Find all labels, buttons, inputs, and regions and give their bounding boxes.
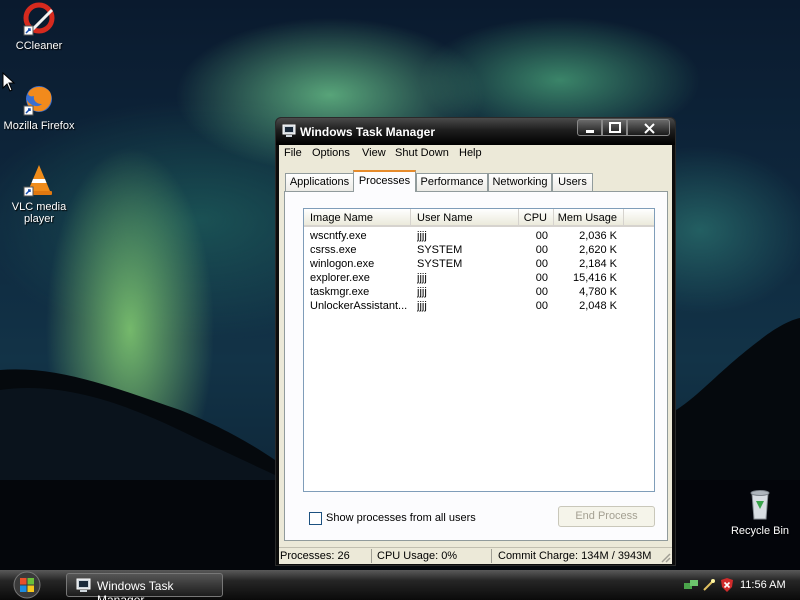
table-row[interactable]: taskmgr.exe jjjj 00 4,780 K (304, 286, 654, 300)
processes-panel: Image Name User Name CPU Mem Usage wscnt… (284, 191, 668, 541)
list-header: Image Name User Name CPU Mem Usage (304, 209, 654, 227)
table-row[interactable]: csrss.exe SYSTEM 00 2,620 K (304, 244, 654, 258)
column-image-name[interactable]: Image Name (304, 209, 411, 226)
desktop-icon-label: Mozilla Firefox (3, 120, 75, 132)
ccleaner-icon (22, 2, 56, 36)
status-bar: Processes: 26 CPU Usage: 0% Commit Charg… (279, 547, 672, 564)
status-separator (491, 549, 492, 563)
taskbar-task-label: Windows Task Manager (97, 579, 174, 600)
taskbar-task-manager-button[interactable]: Windows Task Manager (66, 573, 223, 600)
desktop-icon-label: CCleaner (15, 40, 63, 52)
minimize-button[interactable] (577, 119, 602, 136)
task-manager-icon (282, 124, 296, 137)
tab-users[interactable]: Users (552, 173, 593, 191)
menu-bar: File Options View Shut Down Help (279, 145, 672, 163)
desktop-icon-recycle-bin[interactable]: Recycle Bin (721, 487, 799, 537)
firefox-icon (22, 82, 56, 116)
column-cpu[interactable]: CPU (519, 209, 554, 226)
table-row[interactable]: explorer.exe jjjj 00 15,416 K (304, 272, 654, 286)
column-user-name[interactable]: User Name (411, 209, 519, 226)
network-icon[interactable] (683, 577, 699, 593)
desktop-icon-ccleaner[interactable]: CCleaner (0, 2, 78, 52)
tab-applications[interactable]: Applications (285, 173, 354, 191)
close-icon (644, 123, 655, 134)
close-button[interactable] (627, 119, 670, 136)
menu-help[interactable]: Help (459, 147, 482, 159)
wand-icon[interactable] (701, 577, 717, 593)
taskbar: Windows Task Manager (0, 570, 800, 600)
table-row[interactable]: winlogon.exe SYSTEM 00 2,184 K (304, 258, 654, 272)
security-shield-icon[interactable] (719, 577, 735, 593)
tab-performance[interactable]: Performance (416, 173, 488, 191)
taskbar-clock[interactable]: 11:56 AM (740, 579, 786, 591)
menu-view[interactable]: View (362, 147, 386, 159)
tab-networking[interactable]: Networking (488, 173, 552, 191)
maximize-button[interactable] (602, 119, 627, 136)
end-process-button[interactable]: End Process (558, 506, 655, 527)
desktop-icon-vlc[interactable]: VLC media player (0, 163, 78, 225)
table-row[interactable]: UnlockerAssistant... jjjj 00 2,048 K (304, 300, 654, 314)
show-all-users-checkbox[interactable] (309, 512, 322, 525)
table-row[interactable]: wscntfy.exe jjjj 00 2,036 K (304, 230, 654, 244)
menu-shut-down[interactable]: Shut Down (395, 147, 449, 159)
desktop-icon-firefox[interactable]: Mozilla Firefox (0, 82, 78, 132)
title-bar[interactable]: Windows Task Manager (276, 118, 675, 145)
recycle-bin-icon (743, 487, 777, 521)
column-mem-usage[interactable]: Mem Usage (554, 209, 624, 226)
window-title: Windows Task Manager (300, 125, 436, 139)
show-all-users-label[interactable]: Show processes from all users (326, 512, 476, 524)
status-separator (371, 549, 372, 563)
maximize-icon (609, 122, 621, 133)
desktop-icon-label: VLC media player (11, 201, 67, 225)
status-commit-charge: Commit Charge: 134M / 3943M (498, 550, 652, 562)
windows-logo-icon (13, 571, 41, 599)
menu-options[interactable]: Options (312, 147, 350, 159)
task-manager-window: Windows Task Manager File Options View S… (275, 117, 676, 566)
vlc-icon (22, 163, 56, 197)
task-manager-icon (76, 578, 91, 592)
status-cpu-usage: CPU Usage: 0% (377, 550, 458, 562)
status-processes: Processes: 26 (280, 550, 350, 562)
minimize-icon (586, 130, 594, 133)
menu-file[interactable]: File (284, 147, 302, 159)
start-button[interactable] (8, 571, 46, 599)
tab-processes[interactable]: Processes (353, 170, 416, 192)
desktop-icon-label: Recycle Bin (730, 525, 790, 537)
resize-grip-icon[interactable] (659, 551, 671, 563)
process-list[interactable]: Image Name User Name CPU Mem Usage wscnt… (303, 208, 655, 492)
window-client-area: File Options View Shut Down Help Applica… (279, 145, 672, 564)
